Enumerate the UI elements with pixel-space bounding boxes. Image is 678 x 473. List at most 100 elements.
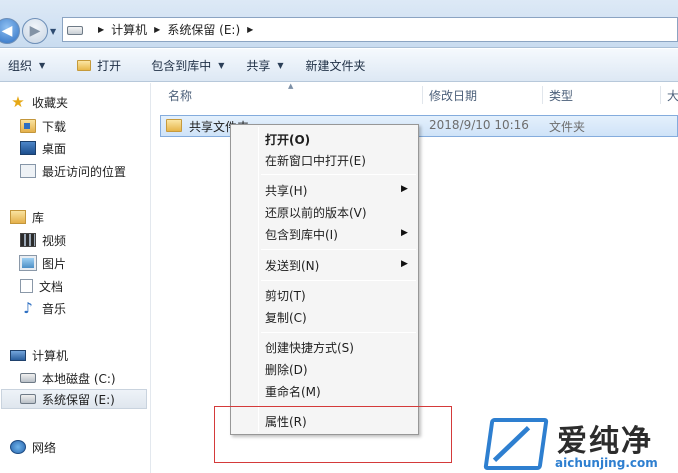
submenu-arrow-icon: ▶ bbox=[401, 259, 408, 269]
new-folder-label: 新建文件夹 bbox=[305, 58, 366, 73]
menu-item-cut-label: 剪切(T) bbox=[265, 288, 306, 303]
menu-item-rename[interactable]: 重命名(M) bbox=[265, 381, 321, 401]
open-label: 打开 bbox=[97, 58, 122, 73]
arrow-left-icon: ◀ bbox=[1, 23, 13, 39]
menu-separator bbox=[261, 249, 416, 250]
nav-computer-label: 计算机 bbox=[32, 348, 69, 363]
sort-ascending-icon: ▲ bbox=[288, 82, 294, 90]
watermark-url: aichunjing.com bbox=[555, 456, 658, 470]
chevron-right-icon[interactable]: ▶ bbox=[98, 25, 104, 34]
hard-drive-icon bbox=[20, 373, 36, 383]
include-library-label: 包含到库中 bbox=[151, 58, 212, 73]
nav-music[interactable]: ♪ 音乐 bbox=[20, 298, 66, 318]
nav-music-label: 音乐 bbox=[42, 301, 67, 316]
watermark: 爱纯净 aichunjing.com bbox=[483, 414, 678, 473]
nav-libraries[interactable]: 库 bbox=[10, 207, 44, 227]
context-menu: 打开(O) 在新窗口中打开(E) 共享(H) ▶ 还原以前的版本(V) 包含到库… bbox=[230, 124, 419, 435]
menu-gutter bbox=[258, 127, 259, 432]
menu-item-copy[interactable]: 复制(C) bbox=[265, 307, 307, 327]
address-bar: ◀ ▶ ▼ ▶ 计算机 ▶ 系统保留 (E:) ▶ bbox=[0, 0, 678, 48]
nav-pictures[interactable]: 图片 bbox=[19, 253, 67, 273]
nav-desktop[interactable]: 桌面 bbox=[20, 138, 66, 158]
chevron-right-icon[interactable]: ▶ bbox=[154, 25, 160, 34]
menu-item-open-new-window[interactable]: 在新窗口中打开(E) bbox=[265, 150, 366, 170]
share-button[interactable]: 共享 ▼ bbox=[238, 53, 291, 77]
star-icon: ★ bbox=[11, 93, 25, 111]
menu-item-copy-label: 复制(C) bbox=[265, 310, 307, 325]
menu-item-share-label: 共享(H) bbox=[265, 183, 308, 198]
nav-system-reserved[interactable]: 系统保留 (E:) bbox=[1, 389, 147, 409]
computer-icon bbox=[10, 349, 26, 361]
submenu-arrow-icon: ▶ bbox=[401, 228, 408, 238]
menu-item-include-library-label: 包含到库中(I) bbox=[265, 227, 338, 242]
column-header-name[interactable]: 名称 bbox=[168, 83, 192, 107]
include-library-button[interactable]: 包含到库中 ▼ bbox=[143, 53, 232, 77]
document-icon bbox=[20, 279, 33, 293]
nav-system-reserved-label: 系统保留 (E:) bbox=[42, 392, 115, 407]
nav-favorites-label: 收藏夹 bbox=[32, 95, 69, 110]
nav-network[interactable]: 网络 bbox=[10, 437, 56, 457]
menu-item-create-shortcut[interactable]: 创建快捷方式(S) bbox=[265, 337, 354, 357]
menu-item-delete[interactable]: 删除(D) bbox=[265, 359, 308, 379]
column-type-label: 类型 bbox=[549, 88, 574, 103]
share-label: 共享 bbox=[246, 58, 271, 73]
menu-item-share[interactable]: 共享(H) bbox=[265, 180, 415, 200]
nav-documents[interactable]: 文档 bbox=[20, 276, 63, 296]
nav-computer[interactable]: 计算机 bbox=[10, 345, 68, 365]
open-button[interactable]: 打开 bbox=[69, 53, 129, 77]
submenu-arrow-icon: ▶ bbox=[401, 184, 408, 194]
column-header-size[interactable]: 大 bbox=[667, 83, 678, 107]
nav-recent-places[interactable]: 最近访问的位置 bbox=[20, 161, 126, 181]
menu-item-cut[interactable]: 剪切(T) bbox=[265, 285, 306, 305]
nav-downloads[interactable]: 下载 bbox=[20, 116, 66, 136]
arrow-right-icon: ▶ bbox=[29, 23, 41, 39]
nav-pictures-label: 图片 bbox=[42, 256, 67, 271]
menu-item-send-to[interactable]: 发送到(N) bbox=[265, 255, 319, 275]
command-bar: 组织 ▼ 打开 包含到库中 ▼ 共享 ▼ 新建文件夹 bbox=[0, 49, 678, 82]
video-icon bbox=[20, 233, 36, 247]
column-header-type[interactable]: 类型 bbox=[549, 83, 573, 107]
column-divider[interactable] bbox=[542, 86, 543, 104]
nav-documents-label: 文档 bbox=[39, 279, 64, 294]
organize-label: 组织 bbox=[8, 58, 33, 73]
nav-network-label: 网络 bbox=[32, 440, 57, 455]
organize-button[interactable]: 组织 ▼ bbox=[0, 53, 53, 77]
annotation-highlight-box bbox=[214, 406, 452, 463]
nav-recent-label: 最近访问的位置 bbox=[42, 164, 127, 179]
chevron-down-icon: ▼ bbox=[39, 60, 46, 70]
download-folder-icon bbox=[20, 119, 36, 133]
menu-item-include-library[interactable]: 包含到库中(I) bbox=[265, 224, 338, 244]
menu-separator bbox=[261, 332, 416, 333]
menu-separator bbox=[261, 280, 416, 281]
column-date-label: 修改日期 bbox=[429, 88, 478, 103]
folder-icon bbox=[166, 119, 182, 132]
column-divider[interactable] bbox=[422, 86, 423, 104]
breadcrumb-computer[interactable]: 计算机 bbox=[111, 21, 147, 38]
nav-videos[interactable]: 视频 bbox=[20, 230, 66, 250]
new-folder-button[interactable]: 新建文件夹 bbox=[298, 53, 374, 77]
nav-videos-label: 视频 bbox=[42, 233, 67, 248]
chevron-down-icon: ▼ bbox=[218, 60, 225, 70]
file-type: 文件夹 bbox=[549, 120, 586, 134]
chevron-right-icon[interactable]: ▶ bbox=[247, 25, 253, 34]
recent-places-icon bbox=[20, 164, 36, 178]
nav-local-disk-label: 本地磁盘 (C:) bbox=[42, 371, 116, 386]
back-button[interactable]: ◀ bbox=[0, 18, 20, 44]
folder-icon bbox=[77, 59, 92, 71]
menu-item-send-to-label: 发送到(N) bbox=[265, 258, 320, 273]
column-divider[interactable] bbox=[660, 86, 661, 104]
menu-item-restore-versions[interactable]: 还原以前的版本(V) bbox=[265, 202, 367, 222]
network-icon bbox=[10, 440, 26, 454]
recent-pages-dropdown[interactable]: ▼ bbox=[50, 27, 56, 36]
watermark-title: 爱纯净 bbox=[557, 424, 653, 459]
breadcrumb-drive[interactable]: 系统保留 (E:) bbox=[167, 21, 240, 38]
menu-item-open[interactable]: 打开(O) bbox=[265, 129, 310, 149]
nav-local-disk[interactable]: 本地磁盘 (C:) bbox=[20, 368, 116, 388]
nav-downloads-label: 下载 bbox=[42, 119, 67, 134]
forward-button[interactable]: ▶ bbox=[22, 18, 48, 44]
navigation-pane: ★ 收藏夹 下载 桌面 最近访问的位置 库 视频 图片 文档 ♪ 音乐 计算机 … bbox=[0, 83, 151, 473]
column-header-date[interactable]: 修改日期 bbox=[429, 83, 477, 107]
file-date: 2018/9/10 10:16 bbox=[429, 118, 529, 132]
nav-favorites[interactable]: ★ 收藏夹 bbox=[10, 92, 68, 112]
address-field[interactable]: ▶ 计算机 ▶ 系统保留 (E:) ▶ bbox=[62, 17, 678, 42]
